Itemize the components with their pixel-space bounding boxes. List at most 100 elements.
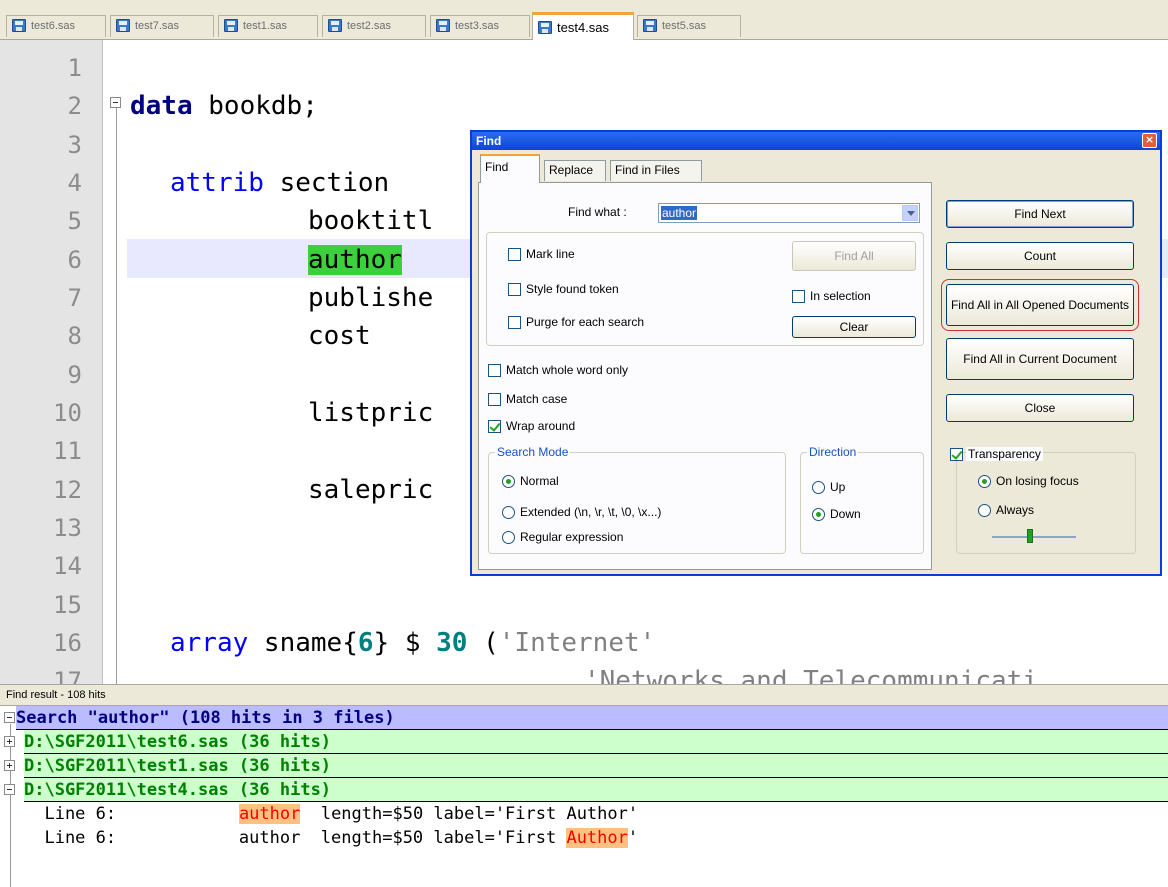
code-line: author <box>308 241 402 279</box>
always-radio[interactable] <box>978 504 991 517</box>
purge-each-search-checkbox[interactable] <box>508 316 521 329</box>
code-line: publishe <box>308 283 434 313</box>
expand-icon[interactable] <box>4 736 15 747</box>
fold-margin <box>103 40 125 684</box>
find-all-button[interactable]: Find All <box>792 241 916 271</box>
find-dialog: Find × Find Replace Find in Files Find w… <box>470 130 1162 576</box>
mark-line-checkbox[interactable] <box>508 248 521 261</box>
line-number: 14 <box>53 552 82 580</box>
result-hit-line[interactable]: Line 6: author length=$50 label='First A… <box>24 826 1168 850</box>
tab-test3[interactable]: test3.sas <box>430 15 530 37</box>
always-label: Always <box>996 503 1035 517</box>
close-button[interactable]: Close <box>946 394 1134 422</box>
line-number: 2 <box>67 92 82 120</box>
line-number: 12 <box>53 476 82 504</box>
result-file-line[interactable]: D:\SGF2011\test6.sas (36 hits) <box>24 730 1168 754</box>
file-saved-icon <box>436 19 450 32</box>
in-selection-checkbox[interactable] <box>792 290 805 303</box>
fold-collapse-icon[interactable] <box>110 97 121 108</box>
transparency-group <box>956 452 1136 554</box>
tab-test2[interactable]: test2.sas <box>322 15 426 37</box>
mark-line-label: Mark line <box>526 247 575 261</box>
file-saved-icon <box>224 19 238 32</box>
result-file-line[interactable]: D:\SGF2011\test4.sas (36 hits) <box>24 778 1168 802</box>
file-saved-icon <box>538 21 552 34</box>
clear-button[interactable]: Clear <box>792 316 916 338</box>
direction-up-radio[interactable] <box>812 481 825 494</box>
find-all-opened-documents-button[interactable]: Find All in All Opened Documents <box>941 279 1139 331</box>
result-hit-line[interactable]: Line 6: author length=$50 label='First A… <box>24 802 1168 826</box>
line-number: 13 <box>53 514 82 542</box>
collapse-icon[interactable] <box>4 712 15 723</box>
find-result-panel[interactable]: Search "author" (108 hits in 3 files) D:… <box>0 706 1168 887</box>
transparency-slider-track[interactable] <box>992 536 1076 538</box>
direction-title: Direction <box>807 445 859 459</box>
line-number: 3 <box>67 131 82 159</box>
result-file-line[interactable]: D:\SGF2011\test1.sas (36 hits) <box>24 754 1168 778</box>
find-what-value: author <box>661 206 698 220</box>
collapse-icon[interactable] <box>4 784 15 795</box>
file-saved-icon <box>116 19 130 32</box>
tab-replace[interactable]: Replace <box>544 160 606 181</box>
line-number: 8 <box>67 322 82 350</box>
tab-test1[interactable]: test1.sas <box>218 15 318 37</box>
tab-test7[interactable]: test7.sas <box>110 15 214 37</box>
extended-radio[interactable] <box>502 506 515 519</box>
transparency-label: Transparency <box>966 447 1043 461</box>
line-number: 15 <box>53 591 82 619</box>
match-case-checkbox[interactable] <box>488 393 501 406</box>
code-line: salepric <box>308 475 434 505</box>
line-number: 4 <box>67 169 82 197</box>
expand-icon[interactable] <box>4 760 15 771</box>
file-saved-icon <box>12 19 26 32</box>
line-number: 6 <box>67 246 82 274</box>
normal-radio[interactable] <box>502 475 515 488</box>
on-losing-focus-radio[interactable] <box>978 475 991 488</box>
regex-radio[interactable] <box>502 531 515 544</box>
style-found-token-label: Style found token <box>526 282 619 296</box>
chevron-down-icon[interactable] <box>902 205 918 221</box>
tab-test4[interactable]: test4.sas <box>532 12 634 40</box>
find-result-header: Find result - 108 hits <box>0 684 1168 706</box>
find-what-label: Find what : <box>568 205 627 219</box>
code-line: data bookdb; <box>130 91 318 121</box>
code-line: 'Networks and Telecommunicati <box>584 666 1038 684</box>
tab-test5[interactable]: test5.sas <box>637 15 741 37</box>
extended-label: Extended (\n, \r, \t, \0, \x...) <box>520 505 662 519</box>
code-line: listpric <box>308 398 434 428</box>
direction-down-radio[interactable] <box>812 508 825 521</box>
count-button[interactable]: Count <box>946 242 1134 270</box>
purge-each-search-label: Purge for each search <box>526 315 645 329</box>
line-number: 9 <box>67 361 82 389</box>
line-number: 5 <box>67 207 82 235</box>
result-match-highlight: author <box>238 804 301 824</box>
find-next-button[interactable]: Find Next <box>946 200 1134 228</box>
line-number: 1 <box>67 54 82 82</box>
in-selection-label: In selection <box>810 289 871 303</box>
code-line: cost <box>308 321 371 351</box>
code-line: booktitl <box>308 206 434 236</box>
search-summary-line[interactable]: Search "author" (108 hits in 3 files) <box>16 706 1168 730</box>
find-what-combobox[interactable]: author <box>658 203 920 223</box>
regex-label: Regular expression <box>520 530 624 544</box>
search-match-highlight: author <box>308 245 402 275</box>
style-found-token-checkbox[interactable] <box>508 283 521 296</box>
tab-test6[interactable]: test6.sas <box>6 15 106 37</box>
direction-up-label: Up <box>830 480 846 494</box>
direction-group: Direction <box>800 445 924 554</box>
find-all-current-document-button[interactable]: Find All in Current Document <box>946 338 1134 380</box>
line-number: 16 <box>53 629 82 657</box>
transparency-slider-thumb[interactable] <box>1026 529 1033 543</box>
close-icon[interactable]: × <box>1142 133 1157 148</box>
file-saved-icon <box>328 19 342 32</box>
dialog-title-bar[interactable]: Find <box>472 132 1160 150</box>
line-number: 17 <box>53 667 82 684</box>
tab-find-in-files[interactable]: Find in Files <box>610 160 702 181</box>
code-line: array sname{6} $ 30 ('Internet' <box>170 628 656 658</box>
line-number: 10 <box>53 399 82 427</box>
tab-find[interactable]: Find <box>480 154 540 183</box>
transparency-checkbox[interactable] <box>950 448 963 461</box>
wrap-around-checkbox[interactable] <box>488 420 501 433</box>
match-whole-word-checkbox[interactable] <box>488 364 501 377</box>
result-match-highlight: Author <box>566 828 628 848</box>
